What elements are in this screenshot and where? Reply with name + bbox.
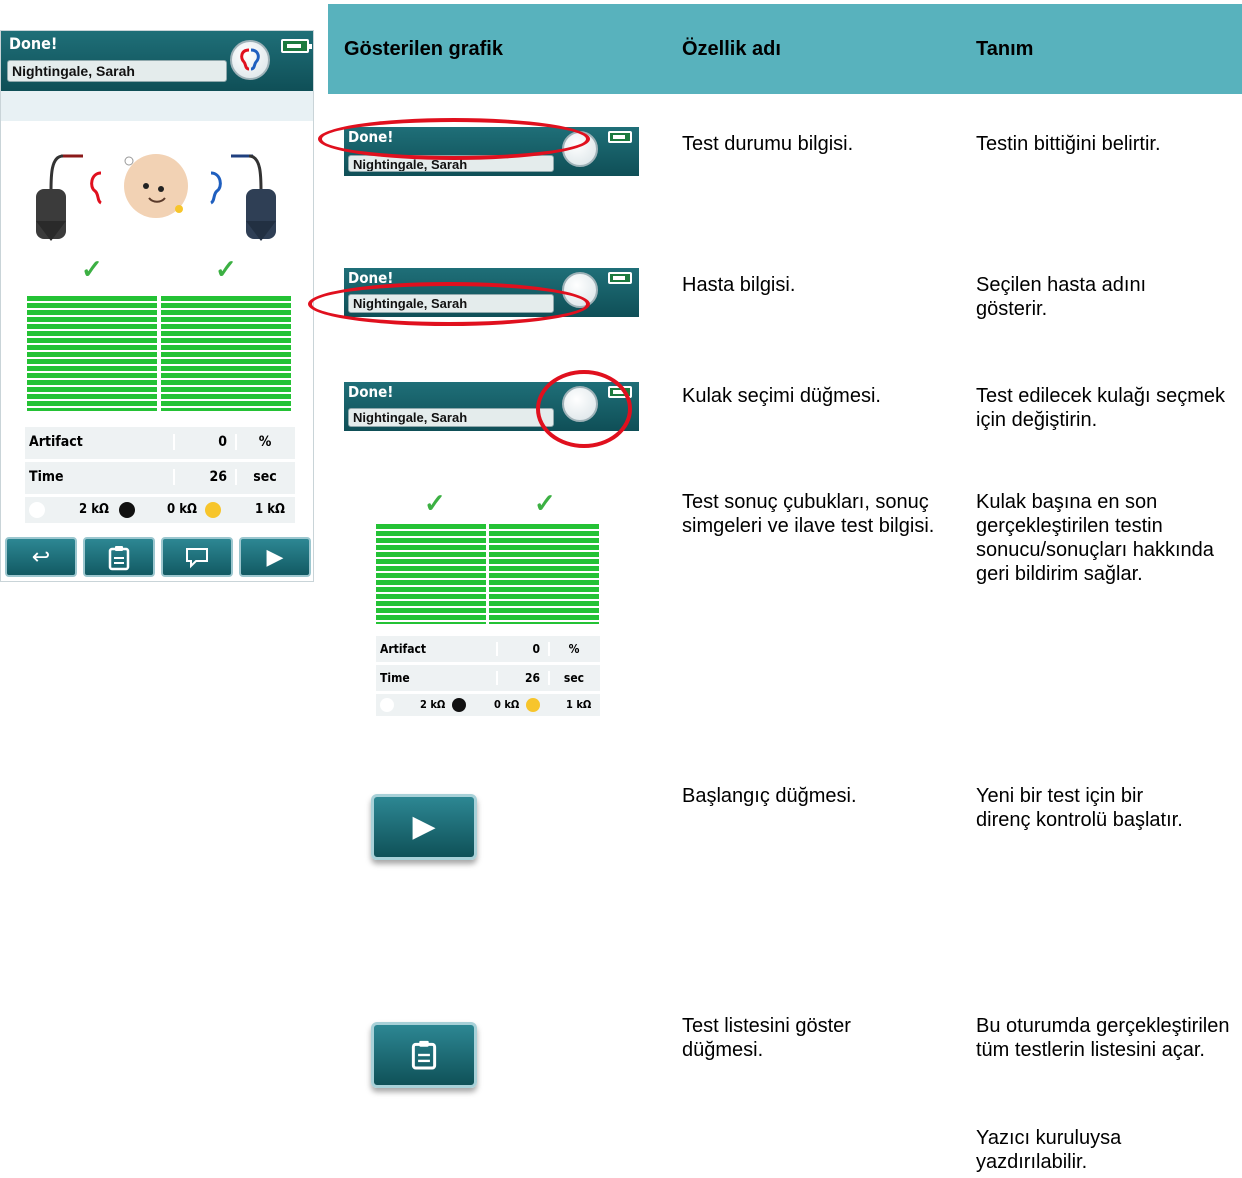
snapshot-artifact-row: Artifact 0 % bbox=[376, 636, 600, 662]
snapshot-white-impedance: 2 kΩ bbox=[420, 698, 446, 711]
play-icon: ▶ bbox=[412, 810, 436, 843]
snapshot-battery-icon bbox=[608, 131, 632, 143]
battery-icon bbox=[281, 39, 312, 53]
time-unit: sec bbox=[235, 469, 293, 485]
snapshot-info-table: Artifact 0 % Time 26 sec 2 kΩ 0 kΩ 1 kΩ bbox=[376, 636, 600, 716]
impedance-row: 2 kΩ 0 kΩ 1 kΩ bbox=[25, 497, 295, 523]
right-probe-icon bbox=[36, 154, 83, 241]
ear-select-button[interactable] bbox=[230, 40, 270, 80]
comment-button[interactable] bbox=[161, 537, 233, 577]
test-status: Done! bbox=[9, 34, 58, 53]
row2-feature: Hasta bilgisi. bbox=[682, 274, 796, 296]
snapshot-white-electrode-icon bbox=[380, 698, 394, 712]
test-info-table: Artifact 0 % Time 26 sec 2 kΩ 0 kΩ 1 kΩ bbox=[25, 427, 295, 523]
row4-feature: Test sonuç çubukları, sonuç simgeleri ve… bbox=[682, 491, 935, 537]
snapshot-right-result-bar bbox=[376, 524, 486, 624]
snapshot-black-impedance: 0 kΩ bbox=[494, 698, 520, 711]
snapshot-status-text: Done! bbox=[348, 383, 394, 401]
device-info-band bbox=[1, 91, 313, 121]
row3-description: Test edilecek kulağı seçmek için değişti… bbox=[976, 385, 1226, 431]
snapshot-left-result-bar bbox=[489, 524, 599, 624]
time-label: Time bbox=[29, 469, 64, 485]
speech-bubble-icon bbox=[186, 548, 208, 569]
row1-description: Testin bittiğini belirtir. bbox=[976, 133, 1161, 155]
snapshot-time-unit: sec bbox=[548, 671, 598, 685]
column-header-description: Tanım bbox=[976, 38, 1034, 60]
right-pass-check-icon: ✓ bbox=[81, 254, 103, 284]
row1-feature: Test durumu bilgisi. bbox=[682, 133, 854, 155]
test-list-button[interactable] bbox=[83, 537, 155, 577]
snapshot-artifact-value: 0 bbox=[496, 642, 544, 656]
play-icon: ▶ bbox=[266, 544, 284, 569]
time-value: 26 bbox=[173, 469, 231, 485]
snapshot-test-list-button bbox=[371, 1022, 477, 1088]
clipboard-icon bbox=[411, 1040, 437, 1070]
left-result-bar bbox=[161, 296, 291, 411]
row6-note: Yazıcı kuruluysa yazdırılabilir. bbox=[976, 1127, 1122, 1173]
white-impedance: 2 kΩ bbox=[79, 502, 109, 517]
artifact-unit: % bbox=[235, 434, 293, 450]
row6-description: Bu oturumda gerçekleştirilen tüm testler… bbox=[976, 1015, 1230, 1061]
right-result-bar bbox=[27, 296, 157, 411]
time-row: Time 26 sec bbox=[25, 462, 295, 494]
snapshot-left-check-icon: ✓ bbox=[534, 488, 556, 518]
row3-feature: Kulak seçimi düğmesi. bbox=[682, 385, 881, 407]
snapshot-time-label: Time bbox=[380, 671, 410, 685]
left-probe-icon bbox=[231, 154, 276, 241]
snapshot-patient-text: Nightingale, Sarah bbox=[348, 408, 554, 427]
highlight-ring-patient bbox=[308, 282, 590, 326]
row6-feature: Test listesini göster düğmesi. bbox=[682, 1015, 851, 1061]
start-button[interactable]: ▶ bbox=[239, 537, 311, 577]
column-header-graphic: Gösterilen grafik bbox=[344, 38, 503, 60]
row5-feature: Başlangıç düğmesi. bbox=[682, 785, 857, 807]
artifact-value: 0 bbox=[173, 434, 231, 450]
snapshot-time-row: Time 26 sec bbox=[376, 665, 600, 691]
black-impedance: 0 kΩ bbox=[167, 502, 197, 517]
snapshot-artifact-label: Artifact bbox=[380, 642, 427, 656]
artifact-label: Artifact bbox=[29, 434, 83, 450]
black-electrode-icon bbox=[119, 502, 135, 518]
row4-description: Kulak başına en son gerçekleştirilen tes… bbox=[976, 491, 1214, 585]
snapshot-time-value: 26 bbox=[496, 671, 544, 685]
ear-probes-illustration bbox=[36, 154, 276, 241]
row5-description: Yeni bir test için bir direnç kontrolü b… bbox=[976, 785, 1183, 831]
back-button[interactable]: ↩ bbox=[5, 537, 77, 577]
clipboard-icon bbox=[108, 546, 130, 571]
yellow-electrode-icon bbox=[205, 502, 221, 518]
left-ear-icon bbox=[210, 171, 222, 205]
return-arrow-icon: ↩ bbox=[31, 544, 51, 569]
column-header-feature: Özellik adı bbox=[682, 38, 781, 60]
patient-name-field[interactable]: Nightingale, Sarah bbox=[7, 60, 227, 82]
white-electrode-icon bbox=[29, 502, 45, 518]
snapshot-impedance-row: 2 kΩ 0 kΩ 1 kΩ bbox=[376, 694, 600, 716]
artifact-row: Artifact 0 % bbox=[25, 427, 295, 459]
yellow-impedance: 1 kΩ bbox=[255, 502, 285, 517]
device-screen: Done! Nightingale, Sarah ✓ ✓ Artifact 0 … bbox=[0, 30, 314, 582]
highlight-ring-status bbox=[318, 118, 590, 160]
snapshot-artifact-unit: % bbox=[548, 642, 598, 656]
left-pass-check-icon: ✓ bbox=[215, 254, 237, 284]
highlight-ring-ear-button bbox=[536, 370, 632, 448]
baby-face-icon bbox=[124, 154, 188, 218]
device-header: Done! Nightingale, Sarah bbox=[1, 31, 313, 91]
snapshot-yellow-impedance: 1 kΩ bbox=[566, 698, 592, 711]
device-button-bar: ↩ ▶ bbox=[5, 537, 311, 579]
snapshot-black-electrode-icon bbox=[452, 698, 466, 712]
snapshot-right-check-icon: ✓ bbox=[424, 488, 446, 518]
right-ear-icon bbox=[90, 171, 102, 205]
row2-description: Seçilen hasta adını gösterir. bbox=[976, 274, 1147, 320]
snapshot-start-button: ▶ bbox=[371, 794, 477, 860]
snapshot-battery-icon bbox=[608, 272, 632, 284]
ears-icon bbox=[240, 48, 260, 71]
snapshot-yellow-electrode-icon bbox=[526, 698, 540, 712]
table-header: Gösterilen grafik Özellik adı Tanım bbox=[328, 4, 1242, 94]
